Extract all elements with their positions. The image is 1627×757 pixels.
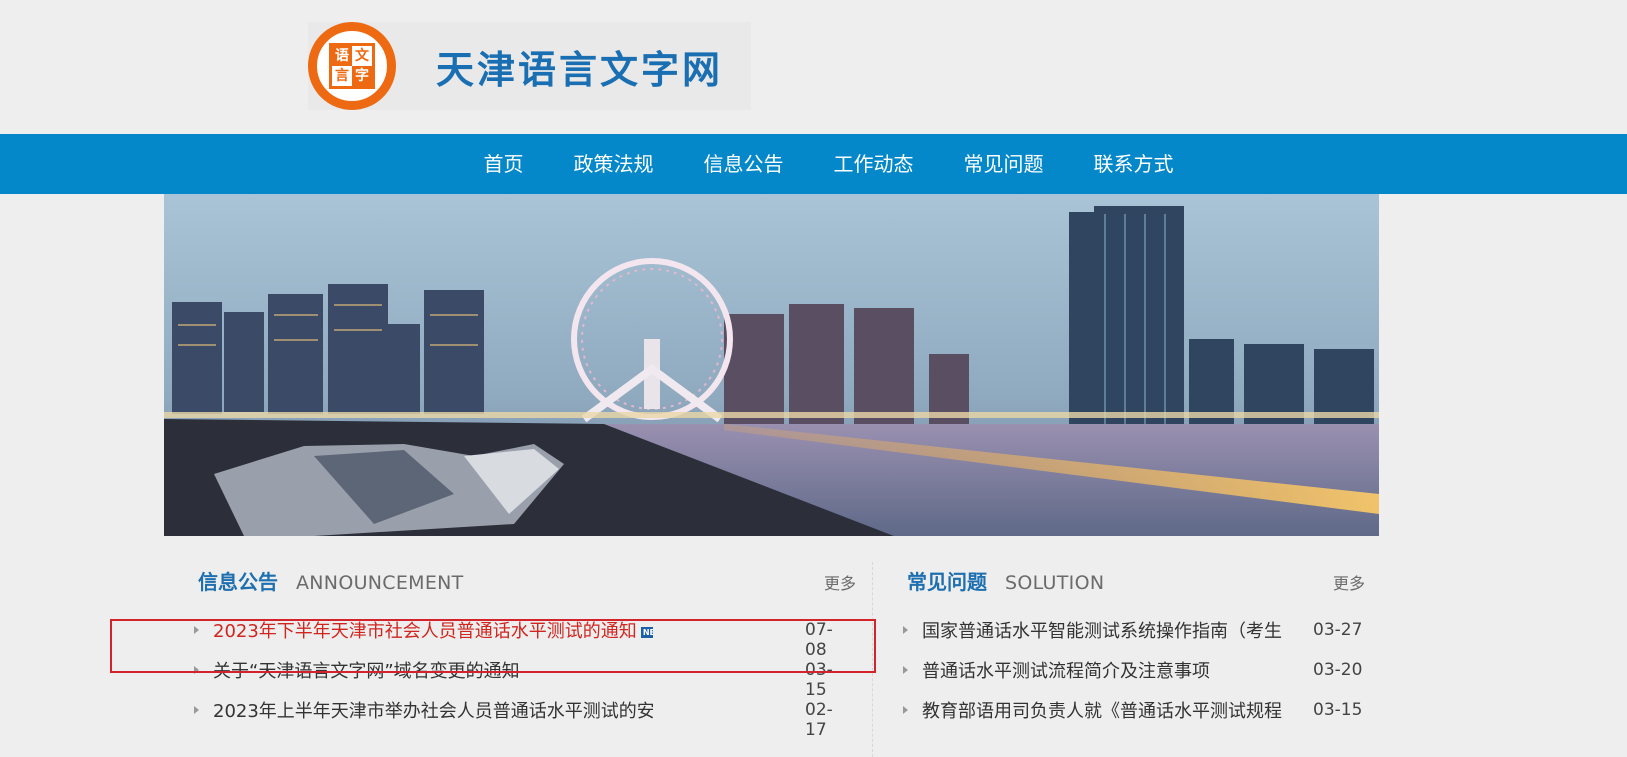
nav-item-announcement[interactable]: 信息公告: [679, 134, 809, 194]
list-item-date: 02-17: [805, 700, 833, 740]
hero-banner-image: [164, 194, 1379, 536]
list-item-title[interactable]: 普通话水平测试流程简介及注意事项: [922, 657, 1210, 683]
logo-char: 文: [355, 48, 369, 64]
solution-list: 国家普通话水平智能测试系统操作指南（考生 03-27 普通话水平测试流程简介及注…: [903, 610, 1363, 730]
main-nav: 首页 政策法规 信息公告 工作动态 常见问题 联系方式: [0, 134, 1627, 194]
logo-char: 字: [352, 66, 372, 86]
bullet-arrow-icon: [903, 706, 908, 714]
list-item-title[interactable]: 2023年下半年天津市社会人员普通话水平测试的通知NEW: [213, 617, 653, 643]
list-item-date: 03-27: [1313, 620, 1363, 640]
site-title: 天津语言文字网: [436, 47, 724, 92]
bullet-arrow-icon: [194, 706, 199, 714]
nav-item-home[interactable]: 首页: [459, 134, 549, 194]
list-item-title[interactable]: 2023年上半年天津市举办社会人员普通话水平测试的安排: [213, 697, 653, 723]
announcement-title: 信息公告: [198, 570, 278, 594]
list-item[interactable]: 2023年下半年天津市社会人员普通话水平测试的通知NEW 07-08: [194, 610, 854, 660]
announcement-more-link[interactable]: 更多: [824, 570, 856, 594]
nav-item-policy[interactable]: 政策法规: [549, 134, 679, 194]
list-item[interactable]: 关于“天津语言文字网”域名变更的通知 03-15: [194, 650, 854, 700]
logo-seal-icon: 语 文 言 字: [308, 22, 396, 110]
bullet-arrow-icon: [194, 626, 199, 634]
list-item-title[interactable]: 关于“天津语言文字网”域名变更的通知: [213, 657, 520, 683]
list-item[interactable]: 国家普通话水平智能测试系统操作指南（考生 03-27: [903, 610, 1363, 650]
list-item-title[interactable]: 教育部语用司负责人就《普通话水平测试规程: [922, 697, 1282, 723]
bullet-arrow-icon: [194, 666, 199, 674]
solution-title: 常见问题: [907, 570, 987, 594]
solution-subtitle: SOLUTION: [1005, 572, 1105, 594]
announcement-list: 2023年下半年天津市社会人员普通话水平测试的通知NEW 07-08 关于“天津…: [194, 610, 854, 740]
list-item[interactable]: 教育部语用司负责人就《普通话水平测试规程 03-15: [903, 690, 1363, 730]
list-item-date: 03-20: [1313, 660, 1363, 680]
solution-panel: 常见问题 SOLUTION 更多 国家普通话水平智能测试系统操作指南（考生 03…: [903, 566, 1365, 722]
bullet-arrow-icon: [903, 666, 908, 674]
new-badge-icon: NEW: [640, 626, 653, 638]
nav-item-contact[interactable]: 联系方式: [1069, 134, 1199, 194]
nav-item-faq[interactable]: 常见问题: [939, 134, 1069, 194]
panel-divider: [872, 562, 873, 757]
bullet-arrow-icon: [903, 626, 908, 634]
site-logo[interactable]: 语 文 言 字 天津语言文字网: [308, 22, 751, 110]
nav-item-work-news[interactable]: 工作动态: [809, 134, 939, 194]
list-item-title[interactable]: 国家普通话水平智能测试系统操作指南（考生: [922, 617, 1282, 643]
logo-char: 言: [335, 68, 349, 84]
list-item-date: 03-15: [1313, 700, 1363, 720]
list-item[interactable]: 普通话水平测试流程简介及注意事项 03-20: [903, 650, 1363, 690]
solution-more-link[interactable]: 更多: [1333, 570, 1365, 594]
logo-char: 语: [332, 46, 352, 66]
list-item[interactable]: 2023年上半年天津市举办社会人员普通话水平测试的安排 02-17: [194, 690, 854, 740]
announcement-panel: 信息公告 ANNOUNCEMENT 更多 2023年下半年天津市社会人员普通话水…: [194, 566, 856, 740]
announcement-subtitle: ANNOUNCEMENT: [296, 572, 464, 594]
